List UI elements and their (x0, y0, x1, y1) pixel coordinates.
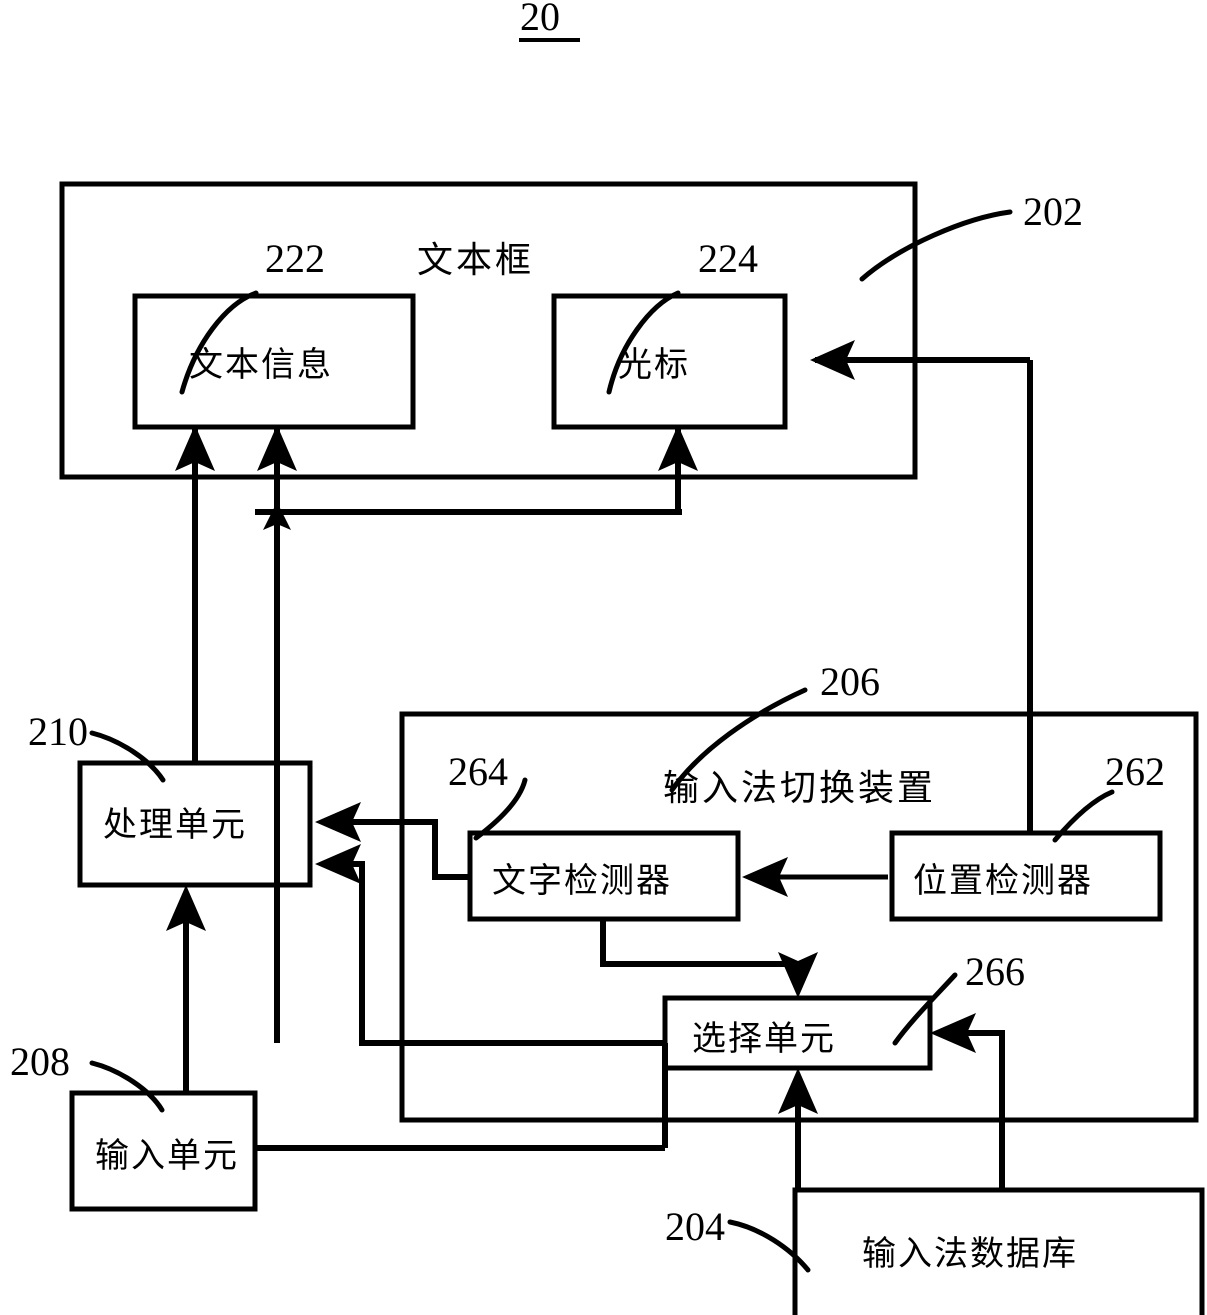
cursor-label: 光标 (618, 345, 690, 385)
conn-chardet-to-sel (600, 919, 801, 985)
processing-unit-ref: 210 (28, 709, 88, 754)
text-box-ref: 202 (1023, 189, 1083, 234)
input-unit-label: 输入单元 (95, 1136, 239, 1176)
input-unit-ref: 208 (10, 1039, 70, 1084)
position-detector-ref: 262 (1105, 749, 1165, 794)
ime-database-label: 输入法数据库 (862, 1234, 1078, 1274)
text-box-label: 文本框 (417, 240, 534, 281)
text-info-label: 文本信息 (189, 345, 333, 385)
arrowhead-sel-top (778, 952, 818, 998)
leader-210 (89, 730, 166, 783)
leader-202 (859, 209, 1013, 282)
selection-unit-label: 选择单元 (692, 1019, 836, 1059)
ime-database-ref: 204 (665, 1204, 725, 1249)
figure-number: 20 (520, 0, 560, 39)
patent-figure-page: 20 文本框 202 文本信息 222 光标 224 输入法切换装置 206 文… (0, 0, 1207, 1315)
char-detector-label: 文字检测器 (492, 861, 672, 901)
ime-switch-ref: 206 (820, 659, 880, 704)
cursor-ref: 224 (698, 236, 758, 281)
selection-unit-ref: 266 (965, 949, 1025, 994)
leader-208 (89, 1060, 165, 1113)
conn-db-to-sel-right (950, 1030, 1005, 1190)
processing-unit-label: 处理单元 (103, 805, 247, 845)
block-diagram: 20 文本框 202 文本信息 222 光标 224 输入法切换装置 206 文… (10, 0, 1205, 1315)
text-info-ref: 222 (265, 236, 325, 281)
position-detector-label: 位置检测器 (913, 861, 1093, 901)
char-detector-ref: 264 (448, 749, 508, 794)
ime-switch-label: 输入法切换装置 (663, 768, 936, 809)
